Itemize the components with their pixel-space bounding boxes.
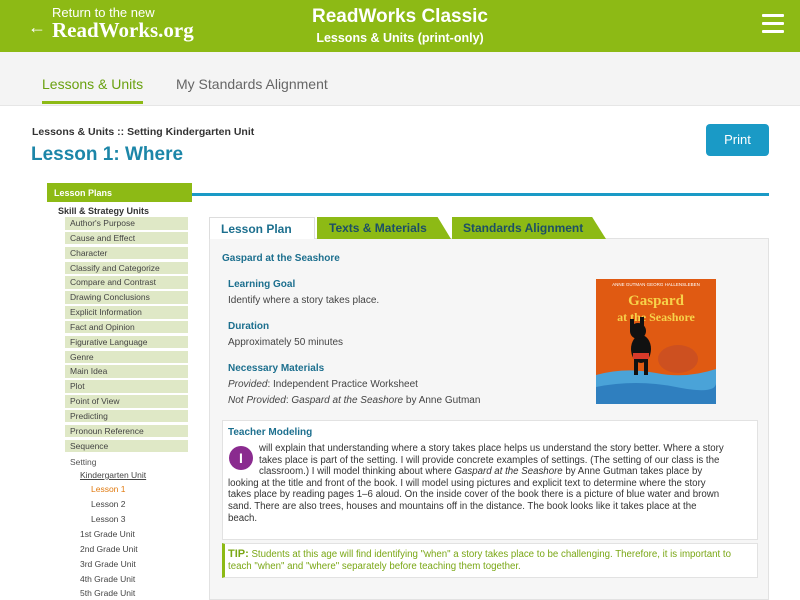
sidebar-item-lesson-2[interactable]: Lesson 2 <box>91 499 126 509</box>
sidebar-item-skill[interactable]: Main Idea <box>65 365 188 378</box>
teacher-modeling-text: will explain that understanding where a … <box>228 443 724 524</box>
sidebar-item-skill[interactable]: Classify and Categorize <box>65 261 188 275</box>
sidebar-item-setting[interactable]: Setting <box>70 457 96 467</box>
cover-title-2: at the Seashore <box>617 310 695 324</box>
sidebar-item-kindergarten-unit[interactable]: Kindergarten Unit <box>80 470 146 480</box>
sidebar-item-skill[interactable]: Predicting <box>65 409 188 423</box>
sidebar-item-skill[interactable]: Drawing Conclusions <box>65 291 188 304</box>
materials-heading: Necessary Materials <box>228 363 325 374</box>
sidebar-item-skill[interactable]: Pronoun Reference <box>65 424 188 438</box>
brand-block: ReadWorks Classic Lessons & Units (print… <box>0 6 800 45</box>
duration-heading: Duration <box>228 321 270 332</box>
cover-title-1: Gaspard <box>628 293 685 309</box>
sidebar-item-skill[interactable]: Explicit Information <box>65 306 188 319</box>
sidebar-item-lesson-3[interactable]: Lesson 3 <box>91 514 126 524</box>
drop-cap-badge: I <box>229 446 253 470</box>
sidebar-skill-units-heading[interactable]: Skill & Strategy Units <box>58 206 149 216</box>
site-title: ReadWorks Classic <box>311 6 488 27</box>
menu-icon[interactable] <box>762 14 784 34</box>
nav-tab-lessons-units[interactable]: Lessons & Units <box>42 76 144 104</box>
sidebar-item-grade-unit[interactable]: 5th Grade Unit <box>80 588 135 598</box>
book-cover-illustration: ANNE GUTMAN GEORG HALLENSLEBEN Gaspard a… <box>596 279 716 404</box>
nav-bar: Lessons & Units My Standards Alignment <box>0 52 800 106</box>
sidebar-item-skill[interactable]: Character <box>65 246 188 260</box>
book-cover-image: ANNE GUTMAN GEORG HALLENSLEBEN Gaspard a… <box>596 279 716 404</box>
learning-goal-text: Identify where a story takes place. <box>228 295 380 306</box>
tip-text: TIP: Students at this age will find iden… <box>228 548 731 572</box>
tab-standards-alignment[interactable]: Standards Alignment <box>452 217 606 239</box>
sidebar-item-skill[interactable]: Sequence <box>65 439 188 453</box>
sidebar-item-skill[interactable]: Compare and Contrast <box>65 276 188 289</box>
sidebar-item-skill[interactable]: Point of View <box>65 395 188 408</box>
sidebar-item-skill[interactable]: Figurative Language <box>65 335 188 349</box>
learning-goal-heading: Learning Goal <box>228 279 296 290</box>
materials-not-provided: Not Provided: Gaspard at the Seashore by… <box>228 395 481 406</box>
sidebar-lesson-plans[interactable]: Lesson Plans <box>47 183 192 202</box>
breadcrumb[interactable]: Lessons & Units :: Setting Kindergarten … <box>32 126 254 138</box>
sidebar-item-skill[interactable]: Author's Purpose <box>65 217 188 230</box>
top-header: ← Return to the new ReadWorks.org ReadWo… <box>0 0 800 52</box>
sidebar-item-grade-unit[interactable]: 3rd Grade Unit <box>80 559 136 569</box>
materials-provided: Provided: Independent Practice Worksheet <box>228 379 418 390</box>
sidebar-item-grade-unit[interactable]: 2nd Grade Unit <box>80 544 138 554</box>
site-subtitle: Lessons & Units (print-only) <box>316 31 484 45</box>
sidebar-item-skill[interactable]: Cause and Effect <box>65 231 188 245</box>
book-title: Gaspard at the Seashore <box>222 253 340 264</box>
sidebar-item-skill[interactable]: Fact and Opinion <box>65 320 188 334</box>
tab-lesson-plan[interactable]: Lesson Plan <box>209 217 315 239</box>
page-title: Lesson 1: Where <box>31 144 184 165</box>
sidebar-item-lesson-1[interactable]: Lesson 1 <box>91 484 126 494</box>
nav-tab-standards-alignment[interactable]: My Standards Alignment <box>176 76 328 92</box>
sidebar-item-skill[interactable]: Plot <box>65 380 188 393</box>
tab-texts-materials[interactable]: Texts & Materials <box>317 217 451 239</box>
sidebar-item-grade-unit[interactable]: 4th Grade Unit <box>80 574 135 584</box>
teacher-modeling-heading: Teacher Modeling <box>228 427 313 438</box>
print-button[interactable]: Print <box>706 124 769 156</box>
sidebar-item-skill[interactable]: Genre <box>65 350 188 364</box>
skill-list: Author's Purpose Cause and Effect Charac… <box>65 217 188 455</box>
sidebar-item-grade-unit[interactable]: 1st Grade Unit <box>80 529 135 539</box>
cover-authors: ANNE GUTMAN GEORG HALLENSLEBEN <box>612 282 700 287</box>
duration-text: Approximately 50 minutes <box>228 337 344 348</box>
